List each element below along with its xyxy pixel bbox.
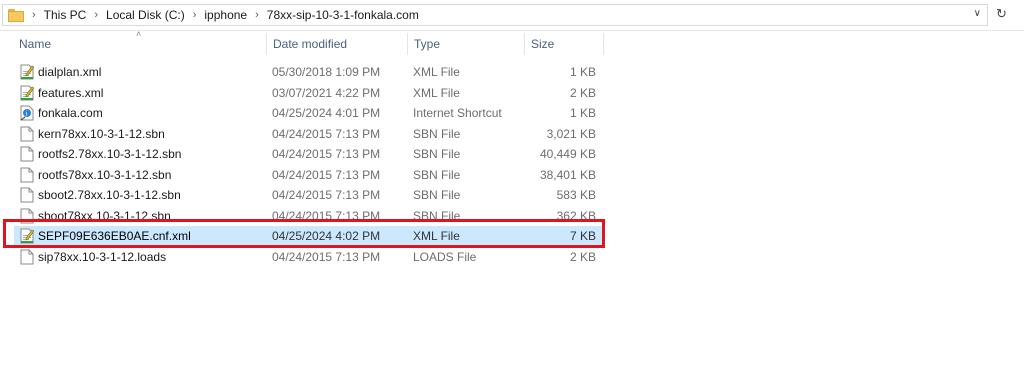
file-size: 38,401 KB [539, 167, 596, 182]
file-date-modified: 03/07/2021 4:22 PM [272, 85, 381, 100]
file-size: 583 KB [556, 188, 596, 202]
file-name: rootfs78xx.10-3-1-12.sbn [38, 167, 172, 182]
svg-text:i: i [26, 110, 28, 118]
address-bar: › This PC › Local Disk (C:) › ipphone › … [0, 0, 1024, 31]
blank-file-icon [20, 146, 34, 162]
column-size[interactable]: Size [525, 31, 603, 55]
file-row[interactable]: sip78xx.10-3-1-12.loads 04/24/2015 7:13 P… [14, 247, 604, 267]
file-date-modified: 04/24/2015 7:13 PM [272, 249, 381, 264]
file-name: sboot2.78xx.10-3-1-12.sbn [38, 188, 181, 202]
refresh-icon[interactable]: ↻ [996, 6, 1007, 22]
file-type: LOADS File [413, 249, 477, 264]
file-row[interactable]: rootfs2.78xx.10-3-1-12.sbn 04/24/2015 7:1… [14, 144, 604, 164]
xml-file-icon [20, 64, 35, 80]
chevron-right-icon[interactable]: › [94, 9, 98, 21]
file-size: 1 KB [569, 106, 596, 120]
chevron-down-icon[interactable]: ∨ [974, 8, 981, 19]
breadcrumb-ipphone[interactable]: ipphone [204, 8, 247, 22]
file-row[interactable]: dialplan.xml 05/30/2018 1:09 PM XML File 1 … [14, 62, 604, 82]
file-type: SBN File [413, 126, 461, 141]
breadcrumb-this-pc[interactable]: This PC [44, 8, 87, 22]
column-type[interactable]: Type [408, 31, 524, 55]
file-row[interactable]: kern78xx.10-3-1-12.sbn 04/24/2015 7:13 PM… [14, 124, 604, 144]
file-date-modified: 04/24/2015 7:13 PM [272, 188, 381, 202]
column-header: ˄ Name Date modified Type Size [0, 29, 1024, 55]
file-type: SBN File [413, 188, 461, 202]
blank-file-icon [20, 167, 34, 183]
column-name[interactable]: Name [13, 31, 267, 55]
address-field[interactable]: › This PC › Local Disk (C:) › ipphone › … [2, 4, 988, 26]
file-date-modified: 04/25/2024 4:01 PM [272, 106, 381, 120]
file-name: kern78xx.10-3-1-12.sbn [38, 126, 165, 141]
file-row[interactable]: features.xml 03/07/2021 4:22 PM XML File 2 … [14, 83, 604, 103]
file-name: rootfs2.78xx.10-3-1-12.sbn [38, 147, 182, 161]
file-date-modified: 04/24/2015 7:13 PM [272, 167, 381, 182]
file-row[interactable]: sboot2.78xx.10-3-1-12.sbn 04/24/2015 7:13… [14, 185, 604, 205]
file-date-modified: 04/24/2015 7:13 PM [272, 147, 381, 161]
xml-file-icon [20, 85, 35, 101]
file-size: 1 KB [569, 65, 596, 79]
file-type: SBN File [413, 167, 461, 182]
internet-shortcut-icon: i [20, 105, 34, 121]
folder-icon [8, 8, 24, 22]
file-type: Internet Shortcut [413, 106, 502, 120]
file-name: fonkala.com [38, 106, 103, 120]
chevron-right-icon[interactable]: › [193, 9, 197, 21]
highlight-annotation [3, 219, 605, 248]
file-size: 40,449 KB [539, 147, 596, 161]
blank-file-icon [20, 249, 34, 265]
breadcrumb-local-disk[interactable]: Local Disk (C:) [106, 8, 185, 22]
column-date-modified[interactable]: Date modified [267, 31, 407, 55]
file-date-modified: 05/30/2018 1:09 PM [272, 65, 381, 79]
file-name: sip78xx.10-3-1-12.loads [38, 249, 167, 264]
blank-file-icon [20, 187, 34, 203]
file-size: 3,021 KB [546, 126, 596, 141]
breadcrumb-current-folder[interactable]: 78xx-sip-10-3-1-fonkala.com [267, 8, 419, 22]
file-type: XML File [413, 65, 460, 79]
file-name: features.xml [38, 85, 104, 100]
file-name: dialplan.xml [38, 65, 102, 79]
file-row[interactable]: rootfs78xx.10-3-1-12.sbn 04/24/2015 7:13 … [14, 165, 604, 185]
column-divider[interactable] [603, 33, 604, 55]
file-date-modified: 04/24/2015 7:13 PM [272, 126, 381, 141]
file-type: SBN File [413, 147, 461, 161]
file-type: XML File [413, 85, 460, 100]
chevron-right-icon[interactable]: › [32, 9, 36, 21]
file-size: 2 KB [569, 249, 596, 264]
blank-file-icon [20, 126, 34, 142]
file-size: 2 KB [569, 85, 596, 100]
chevron-right-icon[interactable]: › [255, 9, 259, 21]
file-row[interactable]: i fonkala.com 04/25/2024 4:01 PM Internet S… [14, 103, 604, 123]
